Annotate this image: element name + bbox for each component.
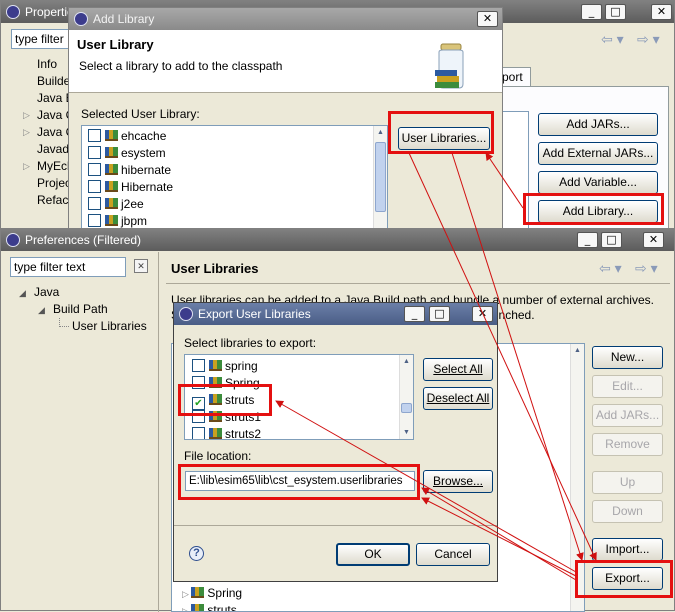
arrow [421,487,577,581]
arrow [421,497,577,577]
arrow [275,400,577,573]
arrow [451,152,584,561]
arrow [408,152,597,561]
annotation-arrows [275,152,597,581]
arrow [485,152,524,209]
